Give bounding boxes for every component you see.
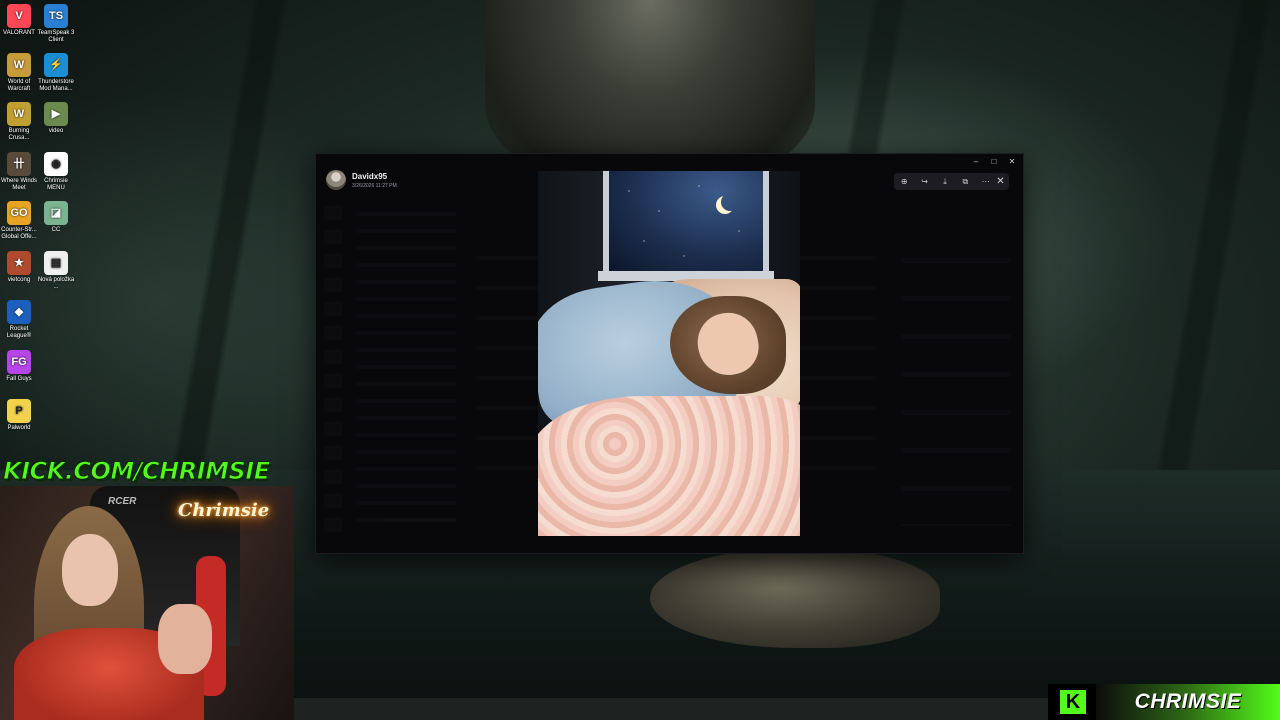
app-icon: ◉ — [44, 152, 68, 176]
minimize-button[interactable]: – — [969, 157, 983, 167]
app-icon: V — [7, 4, 31, 28]
desktop-icon-label: Rocket League® — [6, 326, 32, 339]
app-icon: 卄 — [7, 152, 31, 176]
message-timestamp: 3/26/2026 11:27 PM — [352, 182, 397, 189]
author-username[interactable]: Davidx95 — [352, 172, 397, 181]
desktop-icon[interactable]: ◉ Chrimsie MENU — [37, 152, 75, 192]
app-icon: P — [7, 399, 31, 423]
desktop-icon[interactable]: ◆ Rocket League® — [0, 300, 38, 340]
close-window-button[interactable]: ✕ — [1005, 157, 1019, 167]
app-icon: ★ — [7, 251, 31, 275]
desktop-icon-label: Palworld — [7, 425, 31, 431]
desktop-icon[interactable]: 卄 Where Winds Meet — [0, 152, 38, 192]
app-icon: W — [7, 102, 31, 126]
image-night-window — [603, 171, 769, 277]
app-icon: W — [7, 53, 31, 77]
zoom-icon[interactable]: ⊕ — [897, 177, 911, 186]
kick-url-overlay: KICK.COM/CHRIMSIE — [3, 457, 271, 486]
desktop-icon[interactable]: GO Counter-Str... Global Offe... — [0, 201, 38, 241]
avatar[interactable] — [326, 170, 346, 190]
webcam-feed: RCER Chrimsie — [0, 486, 294, 720]
app-icon: ▤ — [44, 251, 68, 275]
image-quilt — [538, 396, 800, 536]
desktop-icon[interactable]: ▤ Nová položka ... — [37, 251, 75, 291]
close-viewer-button[interactable]: ✕ — [992, 173, 1009, 190]
desktop-icon-label: Nová položka ... — [37, 277, 75, 290]
wallpaper-creature-hand — [650, 548, 940, 648]
desktop-icon[interactable]: TS TeamSpeak 3 Client — [37, 4, 75, 44]
streamer-hand — [158, 604, 212, 674]
desktop-icon[interactable]: W World of Warcraft — [0, 53, 38, 93]
download-icon[interactable]: ⤓ — [938, 177, 952, 187]
window-controls: – □ ✕ — [969, 157, 1019, 167]
streamer-face — [62, 534, 118, 606]
desktop-icon-label: VALORANT — [3, 30, 35, 36]
desktop-icon[interactable]: V VALORANT — [0, 4, 38, 37]
desktop-icon-label: Fall Guys — [6, 376, 32, 382]
desktop-icon-label: TeamSpeak 3 Client — [37, 30, 75, 43]
app-icon: GO — [7, 201, 31, 225]
desktop-icon[interactable]: ▶ video — [37, 102, 75, 135]
desktop-icon[interactable]: P Palworld — [0, 399, 38, 432]
image-moon — [721, 193, 739, 211]
enlarged-image[interactable] — [538, 171, 800, 536]
app-icon: ⚡ — [44, 53, 68, 77]
kick-channel-badge: K CHRIMSIE — [1048, 684, 1280, 720]
author-meta: Davidx95 3/26/2026 11:27 PM — [352, 172, 397, 189]
desktop-icon[interactable]: W Burning Crusa... — [0, 102, 38, 142]
discord-window: – □ ✕ Davidx95 3/26/2026 11:27 PM ⊕ ↪ ⤓ … — [315, 153, 1024, 554]
chair-brand-text: RCER — [108, 496, 137, 507]
more-icon[interactable]: ⋯ — [979, 177, 993, 186]
desktop-icon-label: Where Winds Meet — [0, 178, 37, 191]
desktop-icon-label: vietcong — [7, 277, 31, 283]
desktop-icon[interactable]: ⚡ Thunderstore Mod Mana... — [37, 53, 75, 93]
image-viewer-toolbar: ⊕ ↪ ⤓ ⧉ ⋯ — [894, 173, 996, 190]
app-icon: ◆ — [7, 300, 31, 324]
desktop-icon-label: Burning Crusa... — [8, 128, 30, 141]
desktop-icon-label: CC — [51, 227, 61, 233]
open-in-browser-icon[interactable]: ⧉ — [958, 177, 972, 187]
app-icon: FG — [7, 350, 31, 374]
desktop-icon-label: Chrimsie MENU — [44, 178, 68, 191]
desktop-icon[interactable]: ◪ CC — [37, 201, 75, 234]
channel-name: CHRIMSIE — [1096, 684, 1280, 720]
maximize-button[interactable]: □ — [987, 157, 1001, 167]
desktop-icon[interactable]: ★ vietcong — [0, 251, 38, 284]
desktop-icon-label: Counter-Str... Global Offe... — [1, 227, 37, 240]
kick-logo-icon: K — [1060, 690, 1086, 714]
app-icon: ▶ — [44, 102, 68, 126]
image-author-header: Davidx95 3/26/2026 11:27 PM — [326, 170, 397, 190]
forward-icon[interactable]: ↪ — [918, 177, 932, 186]
app-icon: ◪ — [44, 201, 68, 225]
desktop-icon-label: Thunderstore Mod Mana... — [38, 79, 74, 92]
desktop-icon-label: video — [48, 128, 64, 134]
app-icon: TS — [44, 4, 68, 28]
neon-sign: Chrimsie — [178, 500, 270, 521]
desktop-icon[interactable]: FG Fall Guys — [0, 350, 38, 383]
desktop-icon-label: World of Warcraft — [7, 79, 31, 92]
